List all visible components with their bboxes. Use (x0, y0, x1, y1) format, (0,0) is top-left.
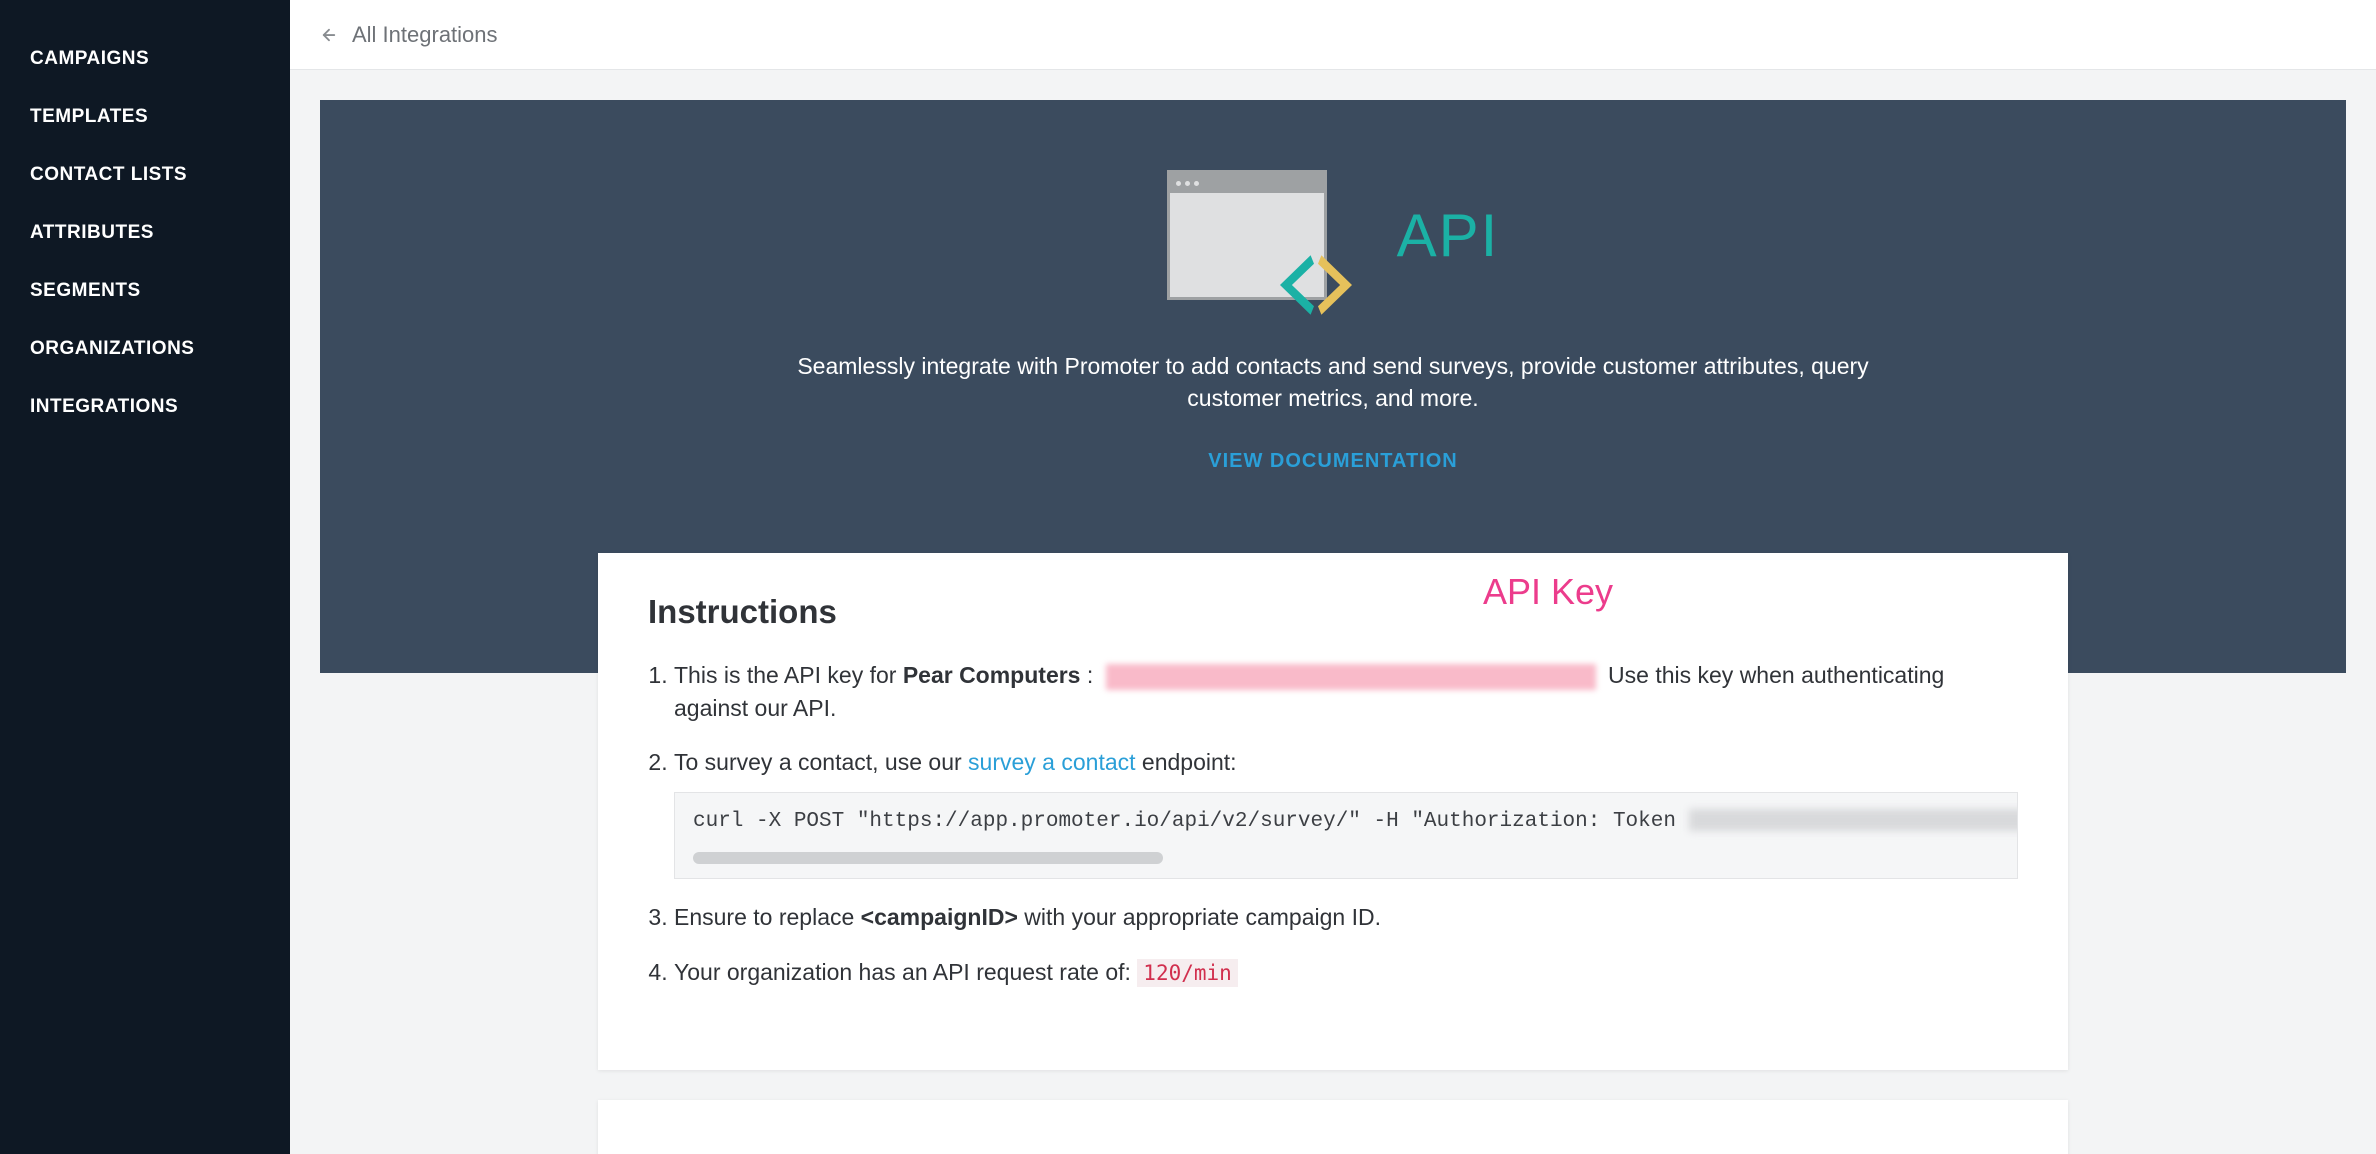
sidebar-item-contact-lists[interactable]: CONTACT LISTS (0, 146, 290, 204)
breadcrumb-link[interactable]: All Integrations (352, 22, 498, 48)
step3-prefix: Ensure to replace (674, 904, 861, 930)
rate-limit-value: 120/min (1137, 959, 1238, 987)
hero-icon-row: API (633, 170, 2033, 300)
step4-prefix: Your organization has an API request rat… (674, 959, 1137, 985)
arrow-left-icon[interactable] (320, 26, 338, 44)
step1-colon: : (1080, 662, 1093, 688)
sidebar-item-organizations[interactable]: ORGANIZATIONS (0, 320, 290, 378)
survey-contact-link[interactable]: survey a contact (968, 749, 1135, 775)
horizontal-scrollbar[interactable] (693, 852, 1163, 864)
next-card (598, 1100, 2068, 1154)
code-block[interactable]: curl -X POST "https://app.promoter.io/ap… (674, 792, 2018, 879)
org-name: Pear Computers (903, 662, 1081, 688)
token-redacted (1689, 809, 2018, 831)
step2-suffix: endpoint: (1136, 749, 1237, 775)
step1-prefix: This is the API key for (674, 662, 903, 688)
sidebar-item-segments[interactable]: SEGMENTS (0, 262, 290, 320)
code-brackets-icon (1266, 255, 1366, 315)
instructions-list: This is the API key for Pear Computers :… (648, 659, 2018, 988)
hero-title: API (1397, 201, 1500, 270)
instruction-step-3: Ensure to replace <campaignID> with your… (674, 901, 2018, 933)
main: All Integrations API Seam (290, 0, 2376, 1154)
hero-description: Seamlessly integrate with Promoter to ad… (793, 350, 1873, 414)
breadcrumb-bar: All Integrations (290, 0, 2376, 70)
instruction-step-4: Your organization has an API request rat… (674, 956, 2018, 988)
curl-command-text: curl -X POST "https://app.promoter.io/ap… (693, 810, 1689, 833)
instructions-card: API Key Instructions This is the API key… (598, 553, 2068, 1070)
instructions-heading: Instructions (648, 593, 2018, 631)
api-key-annotation: API Key (1483, 571, 1613, 613)
sidebar-item-templates[interactable]: TEMPLATES (0, 88, 290, 146)
api-key-redacted (1106, 664, 1596, 690)
instruction-step-2: To survey a contact, use our survey a co… (674, 746, 2018, 880)
view-documentation-link[interactable]: VIEW DOCUMENTATION (1208, 450, 1457, 473)
campaign-id-tag: <campaignID> (861, 904, 1018, 930)
step3-suffix: with your appropriate campaign ID. (1018, 904, 1381, 930)
sidebar-item-campaigns[interactable]: CAMPAIGNS (0, 30, 290, 88)
sidebar: CAMPAIGNS TEMPLATES CONTACT LISTS ATTRIB… (0, 0, 290, 1154)
content-area: API Seamlessly integrate with Promoter t… (290, 70, 2376, 1154)
sidebar-item-integrations[interactable]: INTEGRATIONS (0, 378, 290, 436)
step2-prefix: To survey a contact, use our (674, 749, 968, 775)
browser-window-icon (1167, 170, 1327, 300)
sidebar-item-attributes[interactable]: ATTRIBUTES (0, 204, 290, 262)
instruction-step-1: This is the API key for Pear Computers :… (674, 659, 2018, 723)
